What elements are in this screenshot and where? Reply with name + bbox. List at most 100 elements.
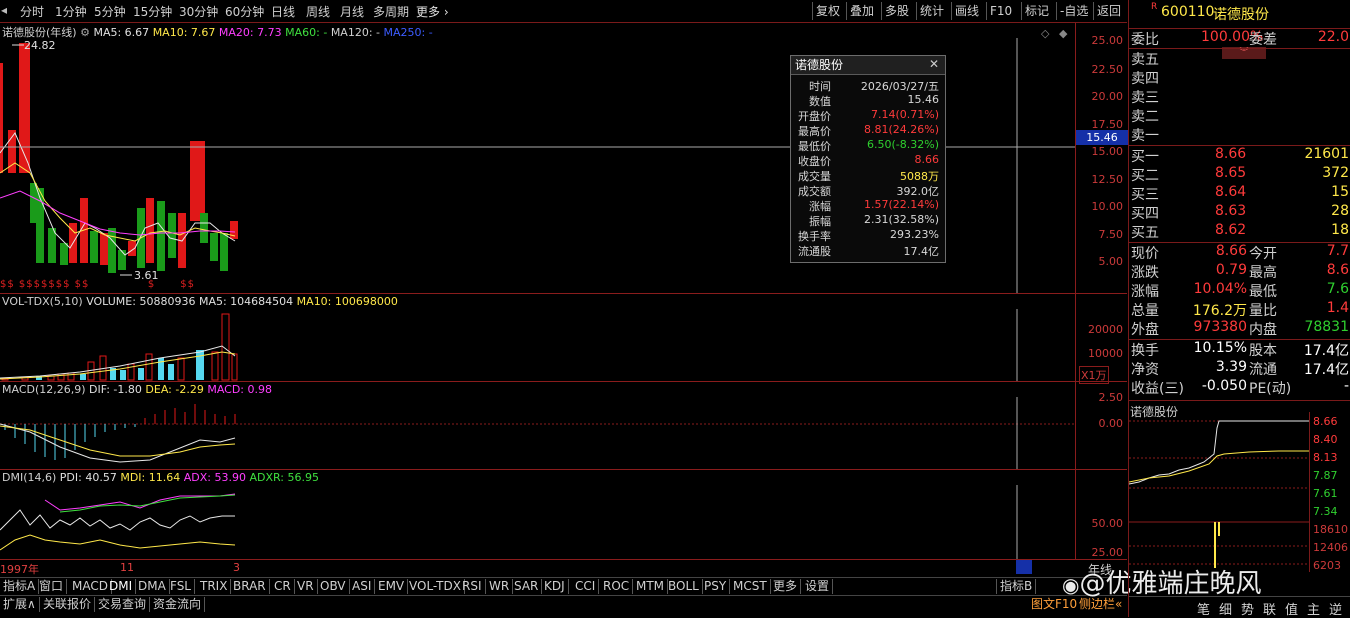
indicator-tab-mtm[interactable]: MTM [633,579,669,594]
back-button[interactable]: 返回 [1093,2,1124,20]
indicator-tab-cr[interactable]: CR [271,579,295,594]
watchlist-remove-button[interactable]: -自选 [1056,2,1091,20]
volume-pane[interactable]: VOL-TDX(5,10) VOLUME: 50880936 MA5: 1046… [0,294,1127,384]
quote-stat-value: - [1343,378,1349,394]
quote-stat-label: 最低 [1249,284,1277,300]
period-tab-60min[interactable]: 60分钟 [225,3,264,20]
buy-level-label: 买一 [1131,149,1159,165]
period-tab-weekly[interactable]: 周线 [306,3,330,20]
mark-button[interactable]: 标记 [1021,2,1052,20]
indicator-tab-fsl[interactable]: FSL [167,579,195,594]
period-tab-15min[interactable]: 15分钟 [133,3,172,20]
sell-level-row: 卖四 [1129,68,1350,87]
sell-level-row: 卖一 [1129,125,1350,144]
indicator-tab-asi[interactable]: ASI [349,579,376,594]
popup-row: 换手率 293.23% [791,228,943,243]
price-axis: 25.00 22.50 20.00 17.50 15.00 12.50 10.0… [1075,23,1128,293]
price-pane[interactable]: 诺德股份(年线) ⚙ MA5: 6.67 MA10: 7.67 MA20: 7.… [0,23,1128,294]
chart-area[interactable]: 诺德股份(年线) ⚙ MA5: 6.67 MA10: 7.67 MA20: 7.… [0,23,1128,577]
bottom-tab-expand[interactable]: 扩展∧ [0,597,40,612]
multi-stock-button[interactable]: 多股 [881,2,912,20]
period-tab-30min[interactable]: 30分钟 [179,3,218,20]
quote-stat-label: 收益(三) [1131,381,1184,397]
sell-level-row: 卖二 [1129,106,1350,125]
indicator-tab-emv[interactable]: EMV [375,579,409,594]
period-tab-daily[interactable]: 日线 [271,3,295,20]
dmi-tick: 50.00 [1091,517,1124,530]
close-icon[interactable]: ✕ [929,57,939,71]
indicator-tab-brar[interactable]: BRAR [230,579,270,594]
dmi-tick: 25.00 [1091,546,1124,559]
period-tab-monthly[interactable]: 月线 [340,3,364,20]
side-tab-3[interactable]: 联 [1263,599,1276,618]
period-tab-multi[interactable]: 多周期 [373,3,409,20]
f10-button[interactable]: F10 [986,2,1015,20]
indicator-tab-mcst[interactable]: MCST [730,579,771,594]
popup-row: 振幅 2.31(32.58%) [791,213,943,228]
indicator-tab-wr[interactable]: WR [486,579,514,594]
popup-row-label: 开盘价 [798,110,831,123]
volume-bars-svg [0,309,1018,381]
indicator-tab-obv[interactable]: OBV [317,579,350,594]
period-tab-5min[interactable]: 5分钟 [94,3,126,20]
price-tick: 7.50 [1098,228,1124,241]
mini-price-tick: 8.13 [1313,451,1338,464]
buy-level-volume: 18 [1331,222,1349,238]
indicator-tab-dma[interactable]: DMA [135,579,170,594]
time-label: 11 [120,561,134,574]
candle [168,213,176,258]
weibi-row: 委比 100.00% 委差 22.0 [1131,29,1349,48]
indicator-tab-roc[interactable]: ROC [600,579,634,594]
period-tab-more[interactable]: 更多 › [416,3,449,20]
quote-stat-value: 10.15% [1193,340,1247,356]
indicator-tab-rsi[interactable]: RSI [459,579,486,594]
bottom-tab-trade-query[interactable]: 交易查询 [95,597,151,612]
bottom-tab-fund-flow[interactable]: 资金流向 [150,597,206,612]
candle [100,233,108,265]
side-tab-4[interactable]: 值 [1285,599,1298,618]
quote-stat-label: 涨幅 [1131,284,1159,300]
indicator-tab-[interactable]: 设置 [802,579,834,594]
candle [19,43,30,173]
indicator-tab-a[interactable]: 指标A [0,579,40,594]
overlay-button[interactable]: 叠加 [846,2,877,20]
indicator-tab-psy[interactable]: PSY [701,579,731,594]
indicator-tab-voltdx[interactable]: VOL-TDX [406,579,465,594]
dmi-axis: 50.00 25.00 [1075,470,1128,559]
side-tab-0[interactable]: 笔 [1197,599,1210,618]
draw-line-button[interactable]: 画线 [951,2,982,20]
period-tab-1min[interactable]: 1分钟 [55,3,87,20]
buy-level-price: 8.63 [1215,203,1247,219]
adjust-button[interactable]: 复权 [812,2,843,20]
sell-level-label: 卖五 [1131,52,1159,68]
period-tab-intraday[interactable]: 分时 [20,3,44,20]
toolbar-scroll-icon[interactable]: ◂ [1,3,7,17]
buy-level-price: 8.65 [1215,165,1247,181]
popup-row: 涨幅 1.57(22.14%) [791,198,943,213]
indicator-tab-cci[interactable]: CCI [572,579,600,594]
quote-stat-label: PE(动) [1249,381,1292,397]
indicator-tab-vr[interactable]: VR [294,579,318,594]
indicator-tab-boll[interactable]: BOLL [665,579,703,594]
indicator-tab-[interactable]: 更多 [770,579,802,594]
popup-row: 成交量 5088万 [791,168,943,183]
popup-row-value: 5088万 [900,170,939,183]
indicator-tab-kdj[interactable]: KDJ [541,579,569,594]
indicator-tab-sar[interactable]: SAR [511,579,543,594]
side-tab-1[interactable]: 细 [1219,599,1232,618]
mini-price-tick: 8.40 [1313,433,1338,446]
indicator-tab-dmi[interactable]: DMI [106,579,137,594]
indicator-tab-[interactable]: 窗口 [36,579,68,594]
indicator-b-tab[interactable]: 指标B [996,579,1037,594]
bottom-tab-related-quotes[interactable]: 关联报价 [40,597,96,612]
side-tab-5[interactable]: 主 [1307,599,1320,618]
stats-button[interactable]: 统计 [916,2,947,20]
candle [146,198,154,263]
popup-row: 数值 15.46 [791,93,943,108]
side-tab-2[interactable]: 势 [1241,599,1254,618]
quote-stat-label: 最高 [1249,265,1277,281]
macd-pane[interactable]: MACD(12,26,9) DIF: -1.80 DEA: -2.29 MACD… [0,382,1127,470]
indicator-tab-trix[interactable]: TRIX [197,579,232,594]
dmi-pane[interactable]: DMI(14,6) PDI: 40.57 MDI: 11.64 ADX: 53.… [0,470,1127,560]
side-tab-6[interactable]: 逆 [1329,599,1342,618]
